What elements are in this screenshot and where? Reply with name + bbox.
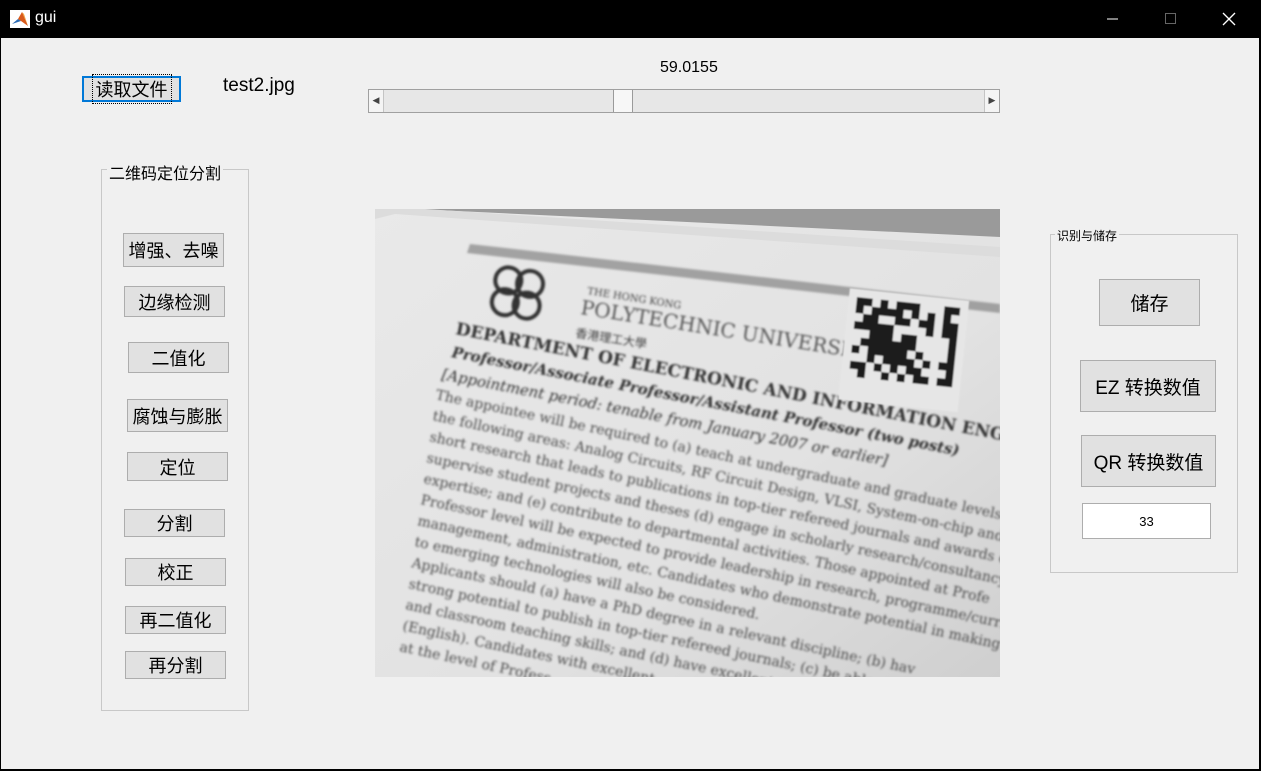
binarize-button[interactable]: 二值化 [128,342,229,373]
title-bar: gui [0,0,1261,38]
rebinarize-button[interactable]: 再二值化 [125,606,226,634]
resegment-button[interactable]: 再分割 [125,651,226,679]
slider-left-arrow-icon[interactable]: ◀ [369,90,384,112]
result-value-field[interactable]: 33 [1082,503,1211,539]
close-button[interactable] [1200,0,1258,38]
locate-button[interactable]: 定位 [127,452,228,481]
file-name-text: test2.jpg [223,75,295,96]
maximize-icon [1165,13,1176,24]
client-area: 读取文件 test2.jpg 59.0155 ◀ ▶ 二维码定位分割 增强、去噪… [1,38,1259,769]
image-display: THE HONG KONG POLYTECHNIC UNIVERSITY 香港理… [375,209,1000,677]
enhance-denoise-button[interactable]: 增强、去噪 [123,233,224,267]
slider-value-text: 59.0155 [660,59,718,76]
edge-detection-button[interactable]: 边缘检测 [124,286,225,317]
read-file-button[interactable]: 读取文件 [82,74,181,104]
window-title: gui [35,9,57,26]
minimize-button[interactable] [1084,0,1142,38]
slider-thumb[interactable] [612,90,633,112]
minimize-icon [1107,18,1118,20]
maximize-button[interactable] [1142,0,1200,38]
ez-convert-button[interactable]: EZ 转换数值 [1080,360,1216,412]
correct-button[interactable]: 校正 [125,558,226,586]
photo-icon: THE HONG KONG POLYTECHNIC UNIVERSITY 香港理… [375,209,1000,677]
read-file-label: 读取文件 [91,74,172,104]
slider-right-arrow-icon[interactable]: ▶ [984,90,999,112]
recognize-store-panel-title: 识别与储存 [1055,227,1120,244]
close-icon [1222,12,1236,26]
matlab-icon [10,10,30,28]
qr-convert-button[interactable]: QR 转换数值 [1081,435,1216,487]
erode-dilate-button[interactable]: 腐蚀与膨胀 [127,399,228,432]
locate-segment-panel-title: 二维码定位分割 [107,160,224,184]
segment-button[interactable]: 分割 [124,509,225,537]
threshold-slider[interactable]: ◀ ▶ [368,89,1000,113]
store-button[interactable]: 储存 [1099,279,1200,326]
